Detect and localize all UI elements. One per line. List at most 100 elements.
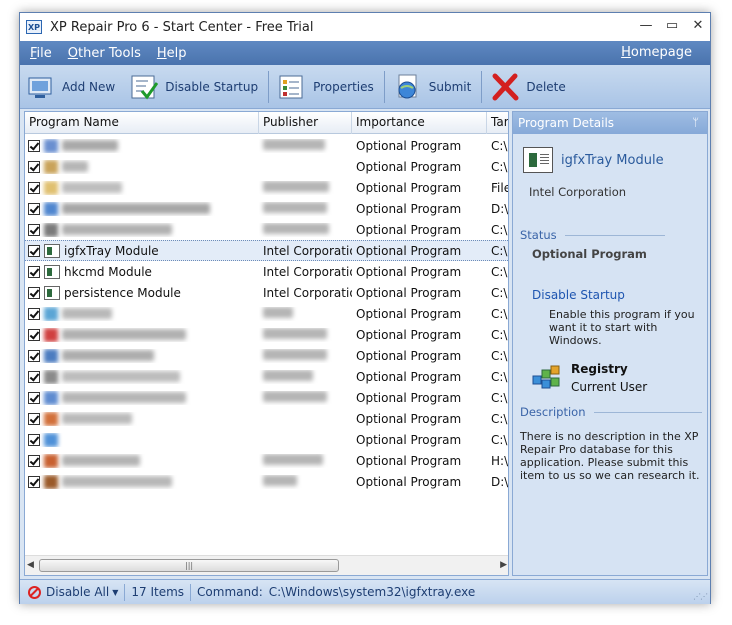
enable-checkbox[interactable] xyxy=(28,412,40,425)
program-icon xyxy=(44,327,58,342)
table-row[interactable]: Optional Program C:\P xyxy=(25,324,508,345)
enable-checkbox[interactable] xyxy=(28,391,40,404)
importance-cell: Optional Program xyxy=(356,243,462,258)
enable-checkbox[interactable] xyxy=(28,307,40,320)
program-icon xyxy=(44,348,58,363)
disable-startup-description: Enable this program if you want it to st… xyxy=(549,308,695,347)
table-row[interactable]: Optional Program C:\P xyxy=(25,429,508,450)
target-cell: C:\P xyxy=(491,390,508,405)
menu-help[interactable]: Help xyxy=(151,46,193,61)
target-cell: C:\P xyxy=(491,222,508,237)
horizontal-scrollbar[interactable]: ◀ ||| ▶ xyxy=(25,555,508,575)
enable-checkbox[interactable] xyxy=(28,265,40,278)
minimize-button[interactable]: — xyxy=(640,17,653,33)
target-cell: C:\W xyxy=(491,264,508,279)
command-label: Command: xyxy=(197,585,263,599)
obscured-publisher xyxy=(263,390,327,402)
delete-label: Delete xyxy=(526,79,566,94)
maximize-button[interactable]: ▭ xyxy=(666,17,678,33)
obscured-program-name xyxy=(62,371,180,382)
grip-icon: ||| xyxy=(185,561,194,570)
obscured-publisher xyxy=(263,453,323,465)
enable-checkbox[interactable] xyxy=(28,433,40,446)
enable-checkbox[interactable] xyxy=(28,160,40,173)
properties-button[interactable]: Properties xyxy=(271,68,382,106)
scrollbar-thumb[interactable]: ||| xyxy=(39,559,339,572)
submit-button[interactable]: Submit xyxy=(387,68,480,106)
program-icon xyxy=(44,411,58,426)
enable-checkbox[interactable] xyxy=(28,244,40,257)
chevron-down-icon: ▼ xyxy=(112,587,119,597)
table-row[interactable]: Optional Program C:\P xyxy=(25,156,508,177)
enable-checkbox[interactable] xyxy=(28,370,40,383)
publisher-cell xyxy=(259,327,352,342)
program-name: hkcmd Module xyxy=(64,264,152,279)
program-icon xyxy=(44,180,58,195)
table-row[interactable]: Optional Program C:\P xyxy=(25,387,508,408)
status-section-title: Status xyxy=(520,228,665,242)
table-row[interactable]: Optional Program C:\P xyxy=(25,135,508,156)
enable-checkbox[interactable] xyxy=(28,475,40,488)
enable-checkbox[interactable] xyxy=(28,349,40,362)
enable-checkbox[interactable] xyxy=(28,328,40,341)
table-row[interactable]: Optional Program C:\P xyxy=(25,366,508,387)
menu-file[interactable]: File xyxy=(24,46,58,61)
program-name-cell xyxy=(25,348,259,363)
app-logo-icon: XP xyxy=(26,20,42,34)
table-row[interactable]: Optional Program File xyxy=(25,177,508,198)
disable-all-label: Disable All xyxy=(46,585,110,599)
delete-button[interactable]: Delete xyxy=(484,68,573,106)
table-row[interactable]: Optional Program C:\P xyxy=(25,303,508,324)
obscured-program-name xyxy=(62,203,210,214)
column-header-importance[interactable]: Importance xyxy=(352,112,487,134)
target-cell: C:\P xyxy=(491,432,508,447)
selected-program-name: igfxTray Module xyxy=(561,152,664,168)
enable-checkbox[interactable] xyxy=(28,286,40,299)
program-name: igfxTray Module xyxy=(64,243,159,258)
disable-startup-button[interactable]: Disable Startup xyxy=(123,68,266,106)
column-header-publisher[interactable]: Publisher xyxy=(259,112,352,134)
table-row[interactable]: Optional Program D:\A xyxy=(25,198,508,219)
obscured-program-name xyxy=(62,350,154,361)
add-new-label: Add New xyxy=(62,79,116,94)
table-row[interactable]: Optional Program C:\P xyxy=(25,219,508,240)
disable-all-dropdown[interactable]: Disable All ▼ xyxy=(20,580,124,605)
scroll-right-arrow-icon[interactable]: ▶ xyxy=(500,560,507,570)
disable-startup-link[interactable]: Disable Startup xyxy=(532,288,625,302)
table-row[interactable]: Optional Program D:\V xyxy=(25,471,509,492)
enable-checkbox[interactable] xyxy=(28,202,40,215)
target-cell: D:\V xyxy=(491,474,509,489)
column-header-program-name[interactable]: Program Name xyxy=(25,112,259,134)
enable-checkbox[interactable] xyxy=(28,139,40,152)
table-row[interactable]: igfxTray Module Intel Corporation Optional… xyxy=(25,240,508,261)
homepage-link[interactable]: Homepage xyxy=(615,45,698,60)
resize-grip-icon[interactable]: ⋰⋰ xyxy=(693,592,708,601)
program-icon xyxy=(44,222,58,237)
enable-checkbox[interactable] xyxy=(28,454,40,467)
obscured-program-name xyxy=(62,329,186,340)
importance-cell: Optional Program xyxy=(356,348,462,363)
delete-x-icon xyxy=(490,72,520,102)
publisher-cell: Intel Corporation xyxy=(263,243,352,258)
importance-cell: Optional Program xyxy=(356,222,462,237)
program-name-cell xyxy=(25,369,259,384)
enable-checkbox[interactable] xyxy=(28,223,40,236)
close-button[interactable]: ✕ xyxy=(692,17,704,33)
column-header-target[interactable]: Targ xyxy=(487,112,508,134)
target-cell: C:\P xyxy=(491,159,508,174)
scroll-left-arrow-icon[interactable]: ◀ xyxy=(27,560,34,570)
pin-icon[interactable]: ᛘ xyxy=(692,112,699,134)
table-row[interactable]: Optional Program C:\P xyxy=(25,345,508,366)
importance-cell: Optional Program xyxy=(356,369,462,384)
target-cell: C:\W xyxy=(491,285,508,300)
description-section-title: Description xyxy=(520,405,702,419)
obscured-publisher xyxy=(263,201,327,213)
table-row[interactable]: Optional Program C:\P xyxy=(25,408,508,429)
add-new-button[interactable]: Add New xyxy=(20,68,123,106)
table-row[interactable]: Optional Program H:\to xyxy=(25,450,508,471)
enable-checkbox[interactable] xyxy=(28,181,40,194)
menu-other-tools[interactable]: Other Tools xyxy=(62,46,147,61)
table-row[interactable]: persistence Module Intel Corporation Optio… xyxy=(25,282,508,303)
no-entry-icon xyxy=(28,585,41,599)
table-row[interactable]: hkcmd Module Intel Corporation Optional Pr… xyxy=(25,261,508,282)
